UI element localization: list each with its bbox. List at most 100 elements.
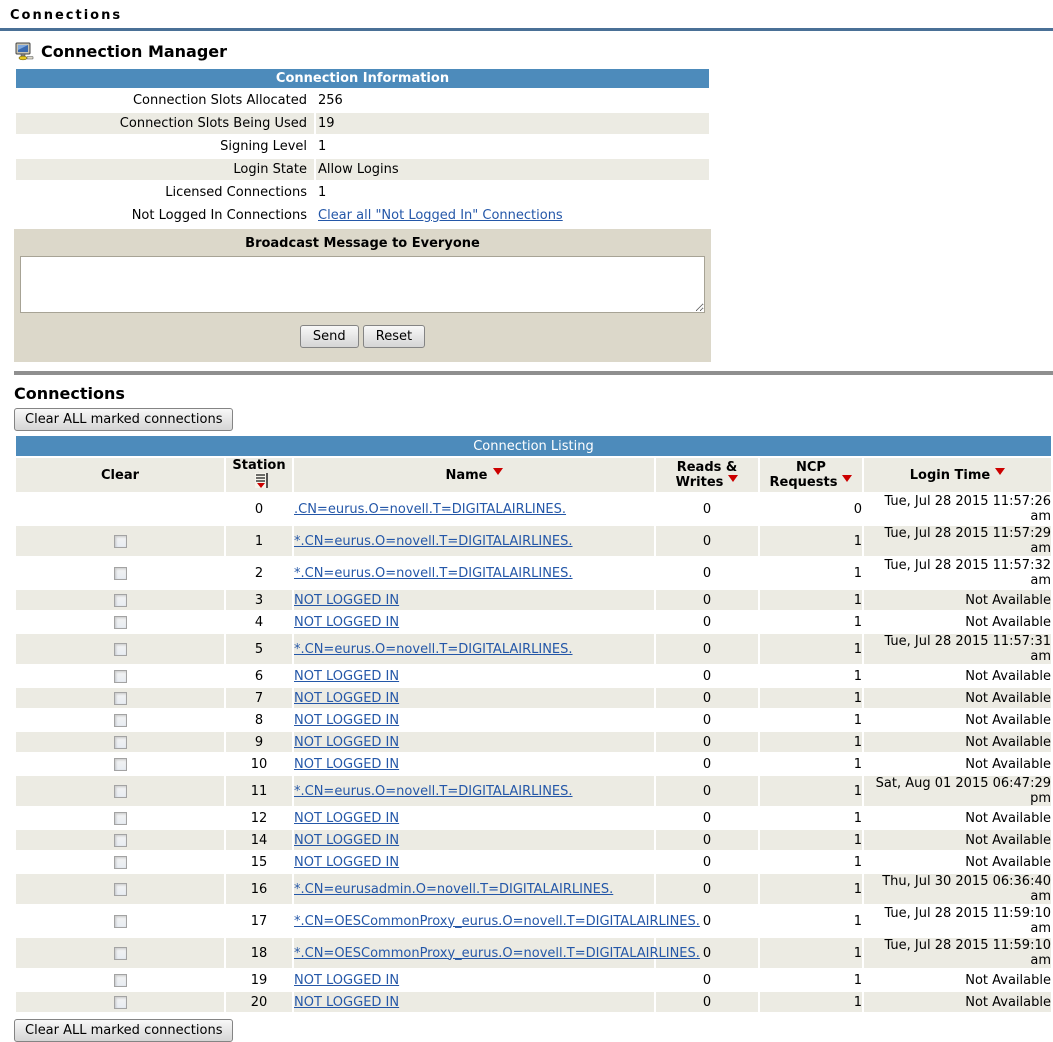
- clear-connection-checkbox[interactable]: [114, 915, 127, 928]
- connection-name-link[interactable]: NOT LOGGED IN: [294, 691, 399, 706]
- ncp-requests-cell: 1: [760, 634, 862, 664]
- reads-writes-cell: 0: [656, 732, 758, 752]
- ncp-requests-cell: 1: [760, 526, 862, 556]
- clear-connection-checkbox[interactable]: [114, 758, 127, 771]
- col-header-name[interactable]: Name: [294, 458, 654, 492]
- ncp-requests-cell: 1: [760, 830, 862, 850]
- send-button[interactable]: Send: [300, 325, 359, 348]
- ncp-requests-cell: 0: [760, 494, 862, 524]
- station-cell: 7: [226, 688, 292, 708]
- table-row: 14 NOT LOGGED IN 0 1 Not Available: [16, 830, 1051, 850]
- clear-connection-checkbox[interactable]: [114, 616, 127, 629]
- connections-heading: Connections: [14, 384, 1053, 403]
- connection-name-link[interactable]: .CN=eurus.O=novell.T=DIGITALAIRLINES.: [294, 502, 566, 517]
- info-value: Allow Logins: [316, 159, 709, 180]
- connection-name-link[interactable]: NOT LOGGED IN: [294, 833, 399, 848]
- clear-connection-checkbox[interactable]: [114, 643, 127, 656]
- info-value[interactable]: Clear all "Not Logged In" Connections: [316, 205, 709, 226]
- connection-name-link[interactable]: NOT LOGGED IN: [294, 811, 399, 826]
- clear-connection-checkbox[interactable]: [114, 785, 127, 798]
- station-cell: 10: [226, 754, 292, 774]
- table-row: 16 *.CN=eurusadmin.O=novell.T=DIGITALAIR…: [16, 874, 1051, 904]
- workstation-icon: [14, 41, 34, 61]
- connection-name-link[interactable]: *.CN=eurusadmin.O=novell.T=DIGITALAIRLIN…: [294, 882, 613, 897]
- sort-desc-icon[interactable]: [493, 468, 503, 475]
- connection-name-link[interactable]: NOT LOGGED IN: [294, 735, 399, 750]
- name-cell: NOT LOGGED IN: [294, 852, 654, 872]
- col-header-station[interactable]: Station: [226, 458, 292, 492]
- broadcast-message-textarea[interactable]: [20, 256, 705, 313]
- station-cell: 12: [226, 808, 292, 828]
- section-divider: [14, 371, 1053, 375]
- sort-desc-icon[interactable]: [842, 475, 852, 482]
- name-cell: NOT LOGGED IN: [294, 590, 654, 610]
- connection-name-link[interactable]: *.CN=eurus.O=novell.T=DIGITALAIRLINES.: [294, 642, 573, 657]
- clear-connection-checkbox[interactable]: [114, 947, 127, 960]
- connection-name-link[interactable]: NOT LOGGED IN: [294, 855, 399, 870]
- name-cell: *.CN=OESCommonProxy_eurus.O=novell.T=DIG…: [294, 938, 654, 968]
- ncp-requests-cell: 1: [760, 776, 862, 806]
- ncp-requests-cell: 1: [760, 558, 862, 588]
- col-header-ncp-requests[interactable]: NCP Requests: [760, 458, 862, 492]
- name-cell: *.CN=eurus.O=novell.T=DIGITALAIRLINES.: [294, 776, 654, 806]
- station-cell: 20: [226, 992, 292, 1012]
- connection-name-link[interactable]: NOT LOGGED IN: [294, 973, 399, 988]
- col-header-login-time[interactable]: Login Time: [864, 458, 1051, 492]
- table-row: 17 *.CN=OESCommonProxy_eurus.O=novell.T=…: [16, 906, 1051, 936]
- clear-cell: [16, 938, 224, 968]
- connection-name-link[interactable]: NOT LOGGED IN: [294, 593, 399, 608]
- clear-not-logged-in-link[interactable]: Clear all "Not Logged In" Connections: [318, 208, 563, 223]
- sort-desc-icon[interactable]: [995, 468, 1005, 475]
- clear-connection-checkbox[interactable]: [114, 714, 127, 727]
- station-cell: 0: [226, 494, 292, 524]
- clear-connection-checkbox[interactable]: [114, 736, 127, 749]
- login-time-cell: Not Available: [864, 732, 1051, 752]
- connection-name-link[interactable]: NOT LOGGED IN: [294, 669, 399, 684]
- clear-connection-checkbox[interactable]: [114, 594, 127, 607]
- connection-name-link[interactable]: NOT LOGGED IN: [294, 757, 399, 772]
- clear-connection-checkbox[interactable]: [114, 974, 127, 987]
- table-row: 19 NOT LOGGED IN 0 1 Not Available: [16, 970, 1051, 990]
- reads-writes-cell: 0: [656, 776, 758, 806]
- info-row: Signing Level1: [16, 136, 709, 157]
- info-row: Login StateAllow Logins: [16, 159, 709, 180]
- reset-button[interactable]: Reset: [363, 325, 425, 348]
- clear-cell: [16, 852, 224, 872]
- clear-connection-checkbox[interactable]: [114, 883, 127, 896]
- connection-name-link[interactable]: NOT LOGGED IN: [294, 615, 399, 630]
- info-value: 256: [316, 90, 709, 111]
- ncp-requests-cell: 1: [760, 906, 862, 936]
- clear-connection-checkbox[interactable]: [114, 856, 127, 869]
- connection-name-link[interactable]: NOT LOGGED IN: [294, 713, 399, 728]
- reads-writes-cell: 0: [656, 590, 758, 610]
- ncp-requests-cell: 1: [760, 992, 862, 1012]
- station-sort-icon[interactable]: [255, 473, 268, 492]
- clear-all-marked-top-button[interactable]: Clear ALL marked connections: [14, 408, 233, 431]
- clear-connection-checkbox[interactable]: [114, 535, 127, 548]
- table-row: 8 NOT LOGGED IN 0 1 Not Available: [16, 710, 1051, 730]
- connection-name-link[interactable]: *.CN=eurus.O=novell.T=DIGITALAIRLINES.: [294, 566, 573, 581]
- login-time-cell: Tue, Jul 28 2015 11:59:10 am: [864, 906, 1051, 936]
- info-value: 1: [316, 136, 709, 157]
- clear-all-marked-bottom-button[interactable]: Clear ALL marked connections: [14, 1019, 233, 1042]
- col-header-reads-writes[interactable]: Reads & Writes: [656, 458, 758, 492]
- reads-writes-cell: 0: [656, 558, 758, 588]
- login-time-cell: Not Available: [864, 970, 1051, 990]
- connection-name-link[interactable]: *.CN=eurus.O=novell.T=DIGITALAIRLINES.: [294, 784, 573, 799]
- clear-cell: [16, 710, 224, 730]
- connection-manager-heading: Connection Manager: [41, 42, 227, 61]
- connection-name-link[interactable]: NOT LOGGED IN: [294, 995, 399, 1010]
- connection-name-link[interactable]: *.CN=eurus.O=novell.T=DIGITALAIRLINES.: [294, 534, 573, 549]
- clear-connection-checkbox[interactable]: [114, 996, 127, 1009]
- reads-writes-cell: 0: [656, 688, 758, 708]
- sort-desc-icon[interactable]: [728, 475, 738, 482]
- clear-connection-checkbox[interactable]: [114, 567, 127, 580]
- connection-name-link[interactable]: *.CN=OESCommonProxy_eurus.O=novell.T=DIG…: [294, 946, 700, 961]
- clear-connection-checkbox[interactable]: [114, 834, 127, 847]
- clear-connection-checkbox[interactable]: [114, 812, 127, 825]
- clear-cell: [16, 906, 224, 936]
- connection-name-link[interactable]: *.CN=OESCommonProxy_eurus.O=novell.T=DIG…: [294, 914, 700, 929]
- station-cell: 3: [226, 590, 292, 610]
- clear-connection-checkbox[interactable]: [114, 692, 127, 705]
- clear-connection-checkbox[interactable]: [114, 670, 127, 683]
